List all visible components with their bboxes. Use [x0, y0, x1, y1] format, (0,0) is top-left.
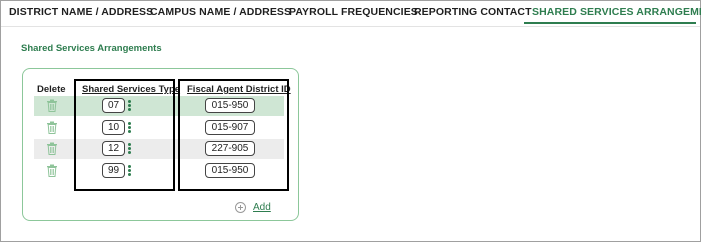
tab-shared-services-arrangement[interactable]: SHARED SERVICES ARRANGEMENT [532, 6, 701, 18]
trash-icon[interactable] [46, 142, 58, 155]
plus-circle-icon [235, 202, 246, 213]
add-button[interactable]: Add [235, 202, 271, 213]
trash-icon[interactable] [46, 164, 58, 177]
tab-reporting-contact[interactable]: REPORTING CONTACT [414, 6, 532, 18]
section-title: Shared Services Arrangements [21, 43, 162, 54]
tab-payroll-frequencies[interactable]: PAYROLL FREQUENCIES [289, 6, 418, 18]
tab-district-name-address[interactable]: DISTRICT NAME / ADDRESS [9, 6, 153, 18]
type-column-outline [74, 79, 175, 191]
tab-bar-divider [1, 26, 700, 27]
active-tab-indicator [524, 22, 696, 24]
add-label: Add [253, 202, 271, 213]
trash-icon[interactable] [46, 99, 58, 112]
trash-icon[interactable] [46, 121, 58, 134]
tab-campus-name-address[interactable]: CAMPUS NAME / ADDRESS [150, 6, 291, 18]
header-delete: Delete [37, 84, 66, 95]
fiscal-column-outline [178, 79, 289, 191]
